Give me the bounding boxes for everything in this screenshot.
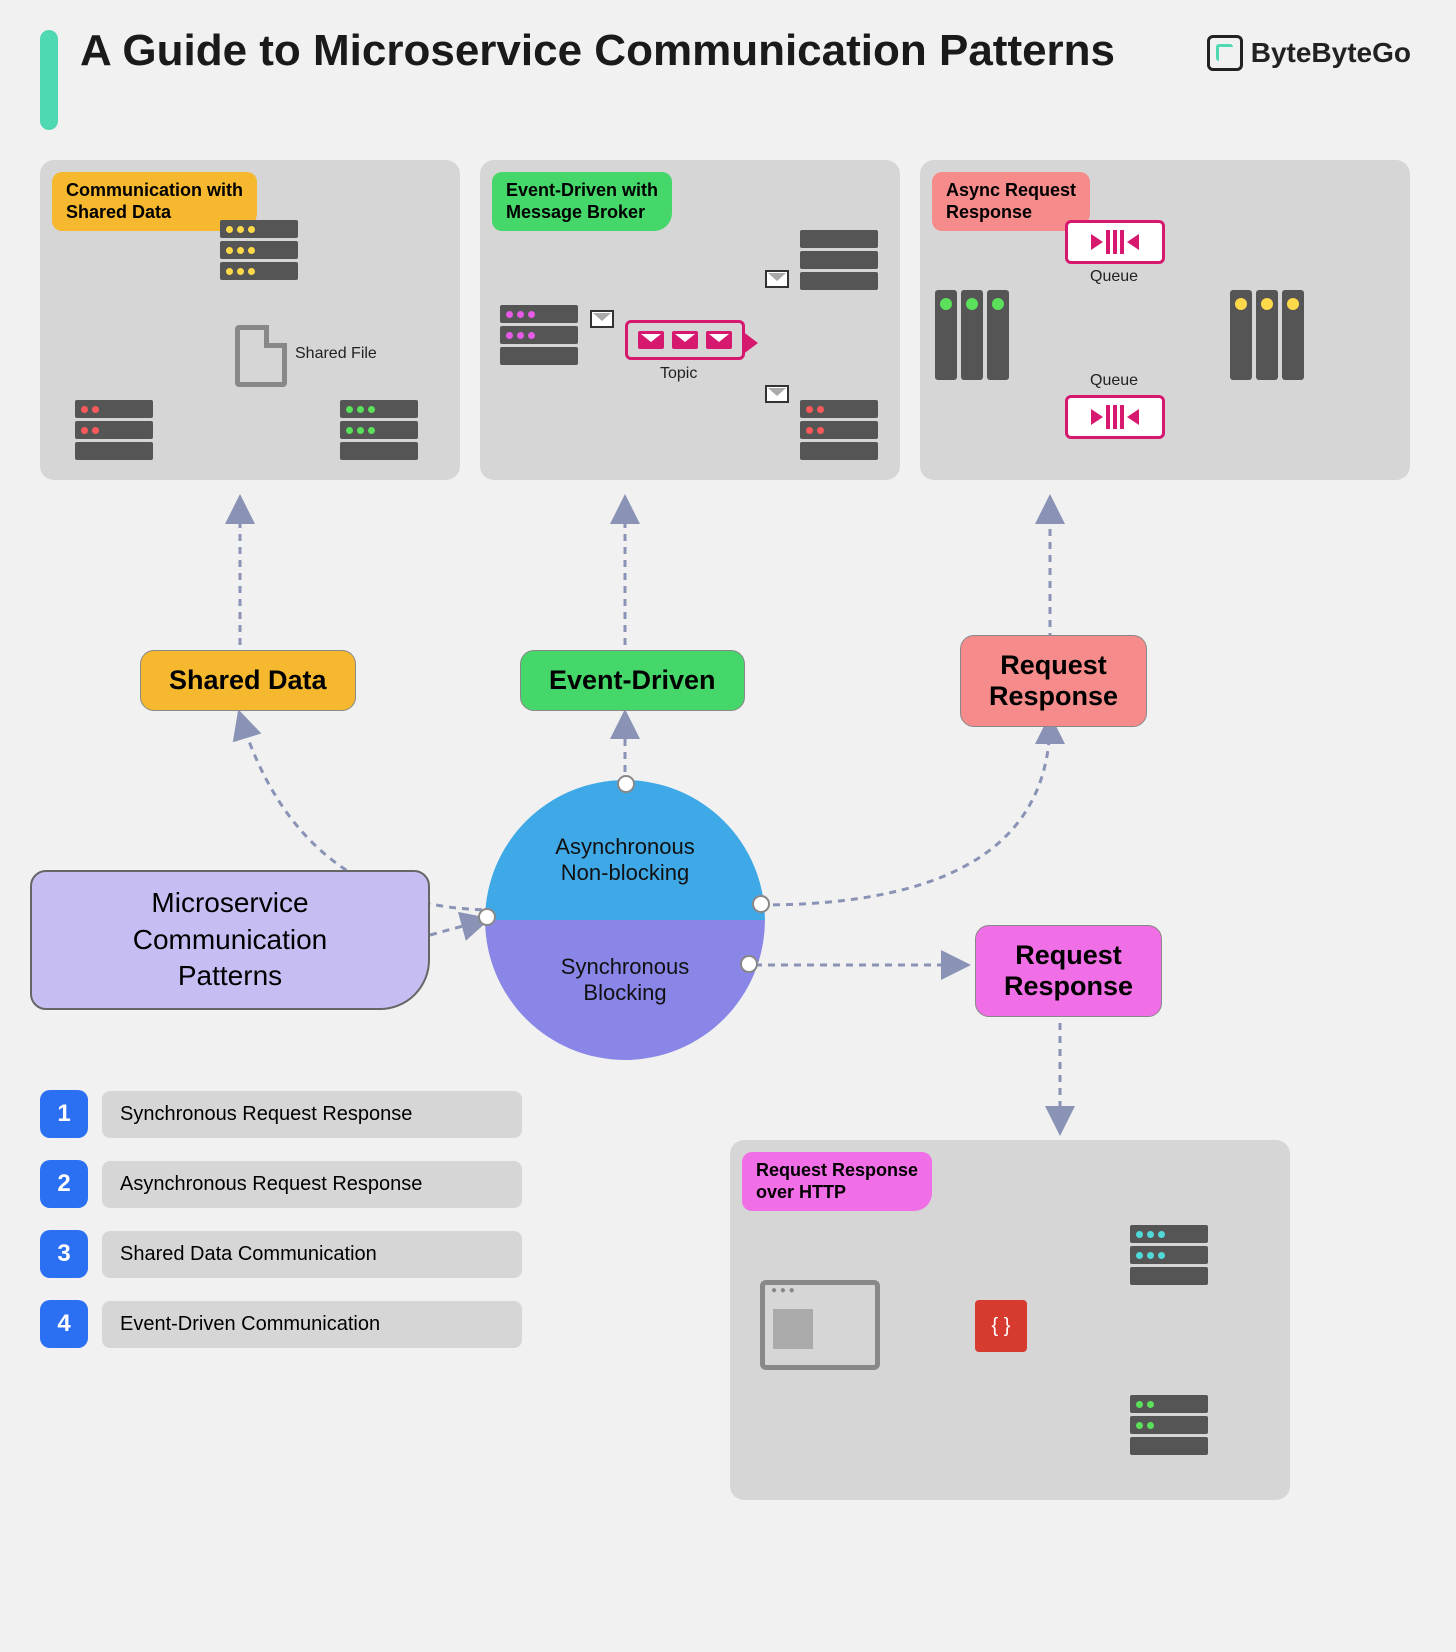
- topic-icon: [625, 320, 745, 360]
- envelope-icon: [765, 270, 789, 288]
- root-label: Microservice Communication Patterns: [30, 870, 430, 1010]
- panel-shared-data: Communication with Shared Data Shared Fi…: [40, 160, 460, 480]
- list-item: 1 Synchronous Request Response: [40, 1090, 522, 1138]
- panel-http: Request Response over HTTP { }: [730, 1140, 1290, 1500]
- connector-dot: [617, 775, 635, 793]
- server-icon: [500, 305, 578, 365]
- envelope-icon: [765, 385, 789, 403]
- list-number: 1: [40, 1090, 88, 1138]
- server-icon: [800, 230, 878, 290]
- list-label: Event-Driven Communication: [102, 1301, 522, 1348]
- file-icon: [235, 325, 287, 387]
- page-title: A Guide to Microservice Communication Pa…: [80, 25, 1115, 78]
- list-number: 4: [40, 1300, 88, 1348]
- server-tall-icon: [935, 290, 1009, 380]
- server-icon: [220, 220, 298, 280]
- list-item: 4 Event-Driven Communication: [40, 1300, 522, 1348]
- connector-dot: [478, 908, 496, 926]
- pill-async-rr: Request Response: [960, 635, 1147, 727]
- panel-async-rr: Async Request Response Queue Queue: [920, 160, 1410, 480]
- connector-dot: [752, 895, 770, 913]
- list-label: Synchronous Request Response: [102, 1091, 522, 1138]
- server-icon: [800, 400, 878, 460]
- server-icon: [1130, 1395, 1208, 1455]
- pill-shared-data: Shared Data: [140, 650, 356, 711]
- browser-icon: [760, 1280, 880, 1370]
- queue-icon: [1065, 395, 1165, 439]
- list-item: 2 Asynchronous Request Response: [40, 1160, 522, 1208]
- logo-icon: [1207, 35, 1243, 71]
- queue-icon: [1065, 220, 1165, 264]
- topic-label: Topic: [660, 365, 697, 383]
- list-number: 3: [40, 1230, 88, 1278]
- list-item: 3 Shared Data Communication: [40, 1230, 522, 1278]
- pill-sync-rr: Request Response: [975, 925, 1162, 1017]
- server-tall-icon: [1230, 290, 1304, 380]
- pattern-list: 1 Synchronous Request Response 2 Asynchron…: [40, 1090, 522, 1370]
- api-icon: { }: [975, 1300, 1027, 1352]
- envelope-icon: [590, 310, 614, 328]
- queue-label: Queue: [1090, 372, 1138, 390]
- server-icon: [1130, 1225, 1208, 1285]
- connector-dot: [740, 955, 758, 973]
- pill-event-driven: Event-Driven: [520, 650, 745, 711]
- queue-label: Queue: [1090, 268, 1138, 286]
- list-label: Asynchronous Request Response: [102, 1161, 522, 1208]
- panel-event-driven: Event-Driven with Message Broker Topic: [480, 160, 900, 480]
- server-icon: [340, 400, 418, 460]
- sync-half: Synchronous Blocking: [485, 920, 765, 1060]
- async-half: Asynchronous Non-blocking: [485, 780, 765, 920]
- list-label: Shared Data Communication: [102, 1231, 522, 1278]
- panel-label-http: Request Response over HTTP: [742, 1152, 932, 1211]
- center-circle: Asynchronous Non-blocking Synchronous Bl…: [485, 780, 765, 1060]
- accent-bar: [40, 30, 58, 130]
- shared-file-label: Shared File: [295, 345, 377, 363]
- brand-name: ByteByteGo: [1251, 37, 1411, 69]
- panel-label-event: Event-Driven with Message Broker: [492, 172, 672, 231]
- brand-logo: ByteByteGo: [1207, 35, 1411, 71]
- server-icon: [75, 400, 153, 460]
- list-number: 2: [40, 1160, 88, 1208]
